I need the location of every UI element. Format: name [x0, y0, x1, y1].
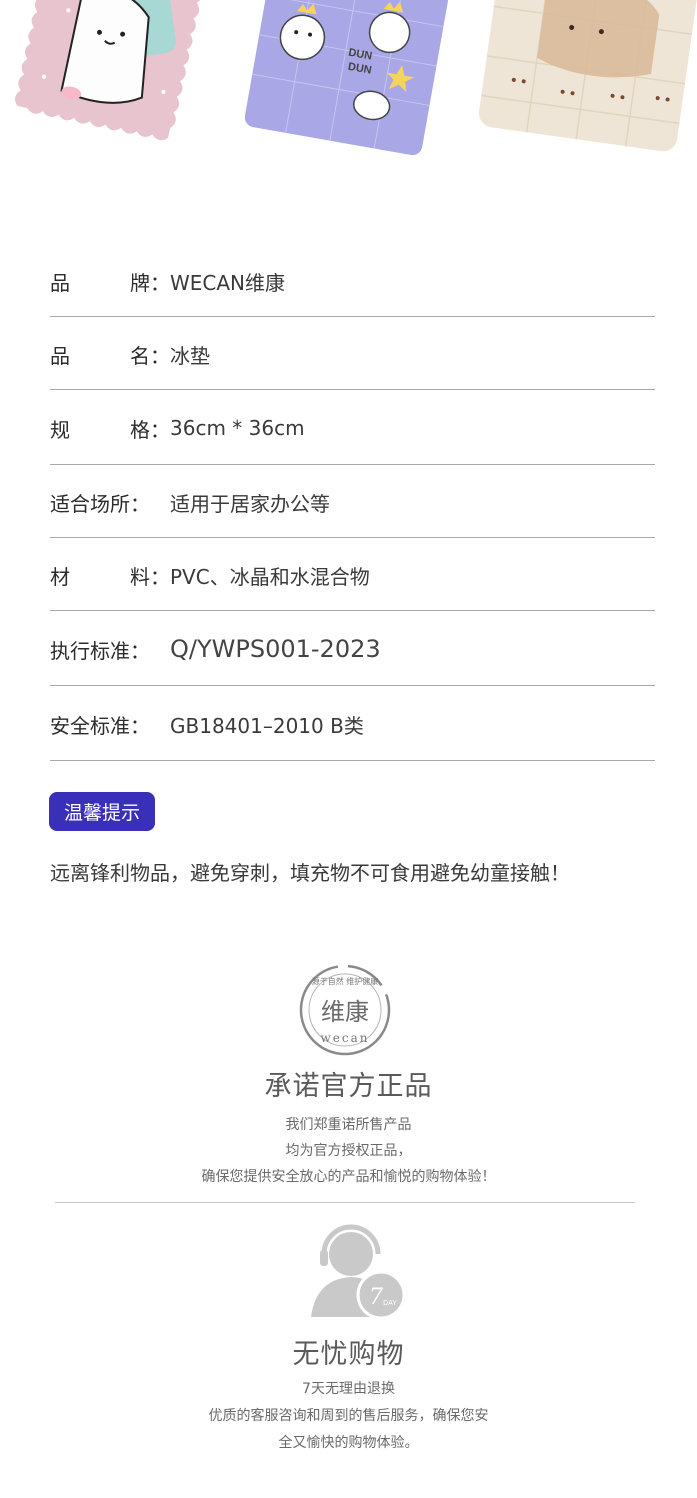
- spec-value: PVC、冰晶和水混合物: [170, 564, 370, 589]
- tip-badge: 温馨提示: [49, 792, 155, 831]
- spec-row-brand: 品 牌： WECAN维康: [50, 244, 655, 317]
- guarantee-title: 承诺官方正品: [264, 1071, 433, 1102]
- section-divider: [55, 1202, 635, 1203]
- service-line: 优质的客服咨询和周到的售后服务，确保您安: [208, 1408, 489, 1424]
- guarantee-line: 确保您提供安全放心的产品和愉悦的购物体验！: [201, 1169, 496, 1185]
- guarantee-line: 我们郑重诺所售产品: [285, 1117, 412, 1133]
- badge-unit: DAY: [383, 1300, 397, 1307]
- spec-value: 冰垫: [170, 343, 210, 368]
- spec-label: 品 牌：: [50, 270, 170, 295]
- spec-label: 安全标准：: [50, 713, 150, 738]
- spec-row-place: 适合场所： 适用于居家办公等: [50, 465, 655, 538]
- purple-pad-image: DUN DUN: [245, 0, 450, 155]
- seal-top-text: 源于自然 维护健康: [312, 976, 379, 986]
- spec-row-size: 规 格： 36cm * 36cm: [50, 390, 655, 465]
- tip-text: 远离锋利物品，避免穿刺，填充物不可食用避免幼童接触！: [50, 861, 570, 885]
- pink-pad-image: [10, 0, 215, 155]
- spec-value: Q/YWPS001-2023: [170, 635, 381, 663]
- spec-label: 执行标准：: [50, 638, 150, 663]
- wecan-seal-icon: 源于自然 维护健康 维康 wecan: [297, 962, 393, 1058]
- service-title: 无忧购物: [292, 1339, 405, 1370]
- spec-row-material: 材 料： PVC、冰晶和水混合物: [50, 538, 655, 611]
- guarantee-line: 均为官方授权正品，: [285, 1143, 412, 1159]
- service-line: 7天无理由退换: [302, 1381, 395, 1397]
- spec-label: 适合场所：: [50, 491, 150, 516]
- spec-table: 品 牌： WECAN维康 品 名： 冰垫 规 格： 36cm * 36cm 适合…: [50, 244, 655, 761]
- spec-row-exec-standard: 执行标准： Q/YWPS001-2023: [50, 611, 655, 686]
- cream-pad-image: [478, 0, 697, 155]
- spec-value: WECAN维康: [170, 270, 286, 295]
- spec-row-name: 品 名： 冰垫: [50, 317, 655, 390]
- seal-main-text: 维康: [321, 998, 369, 1026]
- seal-bottom-text: wecan: [321, 1031, 370, 1045]
- badge-number: 7: [369, 1285, 383, 1310]
- spec-value: 36cm * 36cm: [170, 416, 305, 440]
- product-images: DUN DUN: [0, 0, 697, 160]
- spec-label: 品 名：: [50, 343, 170, 368]
- service-line: 全又愉快的购物体验。: [278, 1435, 419, 1451]
- spec-value: 适用于居家办公等: [170, 491, 330, 516]
- customer-service-icon: 7 DAY: [306, 1222, 410, 1322]
- spec-label: 规 格：: [50, 417, 170, 442]
- spec-value: GB18401–2010 B类: [170, 713, 364, 738]
- spec-label: 材 料：: [50, 564, 170, 589]
- spec-row-safety-standard: 安全标准： GB18401–2010 B类: [50, 686, 655, 761]
